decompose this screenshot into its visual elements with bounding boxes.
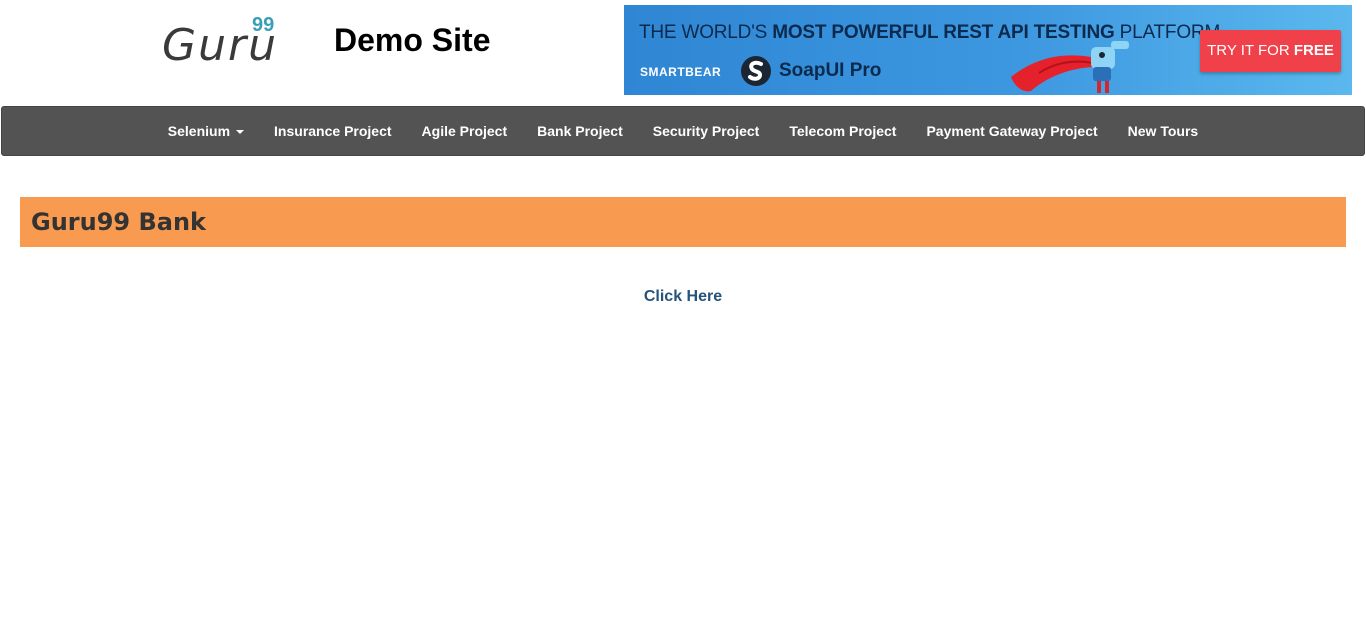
superhero-mascot-icon [1011, 41, 1129, 93]
nav-item-label: New Tours [1127, 123, 1199, 139]
nav-item-telecom-project[interactable]: Telecom Project [774, 123, 911, 139]
nav-item-label: Security Project [652, 123, 760, 139]
try-it-free-button[interactable]: TRY IT FOR FREE [1200, 30, 1341, 72]
nav-item-new-tours[interactable]: New Tours [1113, 123, 1214, 139]
nav-item-bank-project[interactable]: Bank Project [522, 123, 638, 139]
nav-item-security-project[interactable]: Security Project [638, 123, 775, 139]
main-navbar: Selenium Insurance Project Agile Project… [1, 106, 1365, 156]
cta-emphasis: FREE [1293, 42, 1334, 59]
click-here-link[interactable]: Click Here [0, 288, 1366, 306]
soapui-logo-icon [741, 56, 771, 86]
cta-prefix: TRY IT FOR [1207, 42, 1294, 59]
site-title: Demo Site [334, 22, 491, 58]
nav-item-label: Selenium [167, 123, 231, 139]
banner-headline-part-1: THE WORLD'S [639, 22, 773, 43]
nav-item-label: Agile Project [421, 123, 508, 139]
logo-superscript: 99 [252, 14, 275, 36]
nav-item-label: Payment Gateway Project [926, 123, 1098, 139]
nav-item-insurance-project[interactable]: Insurance Project [259, 123, 407, 139]
nav-item-agile-project[interactable]: Agile Project [407, 123, 523, 139]
soapui-pro-ad-banner[interactable]: THE WORLD'S MOST POWERFUL REST API TESTI… [624, 5, 1352, 95]
nav-item-label: Telecom Project [789, 123, 897, 139]
nav-item-payment-gateway-project[interactable]: Payment Gateway Project [911, 123, 1112, 139]
site-header: Guru 99 Demo Site THE WORLD'S MOST POWER… [0, 0, 1366, 100]
caret-down-icon [236, 130, 245, 134]
smartbear-brand: SMARTBEAR [640, 65, 722, 79]
banner-headline-part-2: MOST POWERFUL [772, 22, 939, 43]
nav-item-label: Bank Project [537, 123, 623, 139]
soapui-pro-label: SoapUI Pro [779, 60, 882, 81]
nav-item-selenium[interactable]: Selenium [153, 123, 259, 139]
nav-item-label: Insurance Project [274, 123, 392, 139]
bank-title-bar: Guru99 Bank [20, 197, 1346, 247]
page-title: Guru99 Bank [31, 208, 206, 236]
nav-list: Selenium Insurance Project Agile Project… [2, 107, 1364, 155]
